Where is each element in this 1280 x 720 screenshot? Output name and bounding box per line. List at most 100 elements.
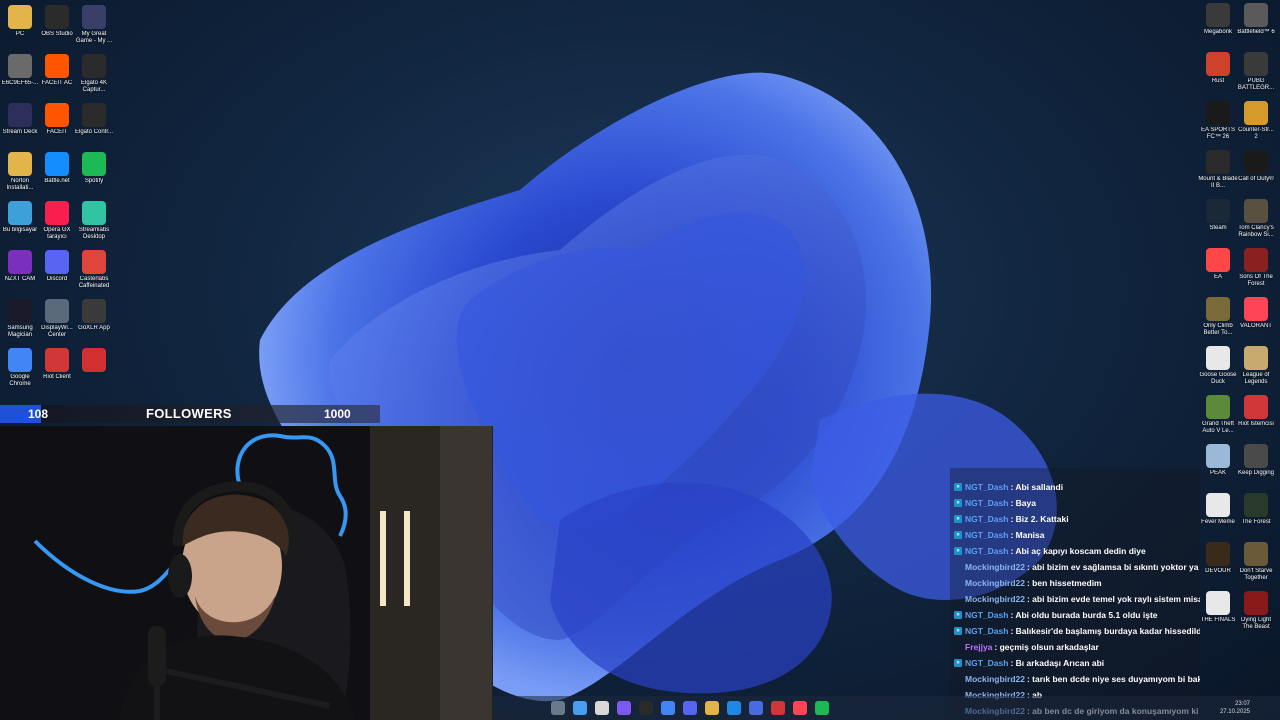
chat-message: » NGT_Dash: Abi oldu burada burda 5.1 old…	[954, 607, 1158, 623]
desktop-icon-left-13[interactable]: Opera GX tarayıcı	[37, 201, 77, 241]
valorant-icon[interactable]	[793, 701, 807, 715]
chat-text: : Abi oldu burada burda 5.1 oldu işte	[1010, 610, 1158, 620]
desktop-icon-label: Elgato Contr...	[74, 129, 114, 135]
desktop-icon-right-15[interactable]: League of Legends	[1236, 346, 1276, 386]
widgets-icon[interactable]	[551, 701, 565, 715]
follower-label: FOLLOWERS	[146, 406, 232, 421]
desktop-icon-left-0[interactable]: PC	[0, 5, 40, 38]
desktop-icon-left-20[interactable]: GoXLR App	[74, 299, 114, 332]
desktop-icon-right-22[interactable]: DEVOUR	[1198, 542, 1238, 575]
desktop-icon-right-6[interactable]: Mount & Blade II B...	[1198, 150, 1238, 190]
discord-icon[interactable]	[683, 701, 697, 715]
desktop-icon-right-25[interactable]: Dying Light The Beast	[1236, 591, 1276, 631]
webcam-scene	[0, 426, 492, 720]
desktop-icon-left-2[interactable]: My Great Game - My ...	[74, 5, 114, 45]
desktop-icon-right-13[interactable]: VALORANT	[1236, 297, 1276, 330]
desktop-icon-left-3[interactable]: E6C9EF65-...	[0, 54, 40, 87]
desktop-icon-label: Battlefield™ 6	[1237, 29, 1275, 35]
desktop-icon-left-6[interactable]: Stream Deck	[0, 103, 40, 136]
desktop-icon-left-5[interactable]: Elgato 4K Captur...	[74, 54, 114, 94]
desktop-icon-left-12[interactable]: Bu bilgisayar	[0, 201, 40, 234]
desktop-icon-right-20[interactable]: Fever Meme	[1198, 493, 1238, 526]
fever-meme-icon	[1206, 493, 1230, 517]
desktop-icon-right-23[interactable]: Don't Starve Together	[1236, 542, 1276, 582]
desktop-icon-left-18[interactable]: Samsung Magician	[0, 299, 40, 339]
copilot-icon[interactable]	[617, 701, 631, 715]
desktop-icon-right-5[interactable]: Counter-Str... 2	[1236, 101, 1276, 141]
chat-message: Mockingbird22: ben hissetmedim	[954, 575, 1102, 591]
desktop-icon-right-14[interactable]: Goose Goose Duck	[1198, 346, 1238, 386]
desktop-icon-right-19[interactable]: Keep Digging	[1236, 444, 1276, 477]
system-clock[interactable]: 23:07 27.10.2025	[1220, 700, 1250, 716]
rainbow-six-icon	[1244, 199, 1268, 223]
terminal-icon[interactable]	[639, 701, 653, 715]
desktop-icon-left-10[interactable]: Battle.net	[37, 152, 77, 185]
peak-icon	[1206, 444, 1230, 468]
desktop-icon-left-1[interactable]: OBS Studio	[37, 5, 77, 38]
desktop-icon-label: Norton Installati...	[6, 178, 34, 191]
desktop-icon-right-2[interactable]: Rust	[1198, 52, 1238, 85]
the-forest-icon	[1244, 493, 1268, 517]
desktop-icon-left-8[interactable]: Elgato Contr...	[74, 103, 114, 136]
desktop-icon-left-23[interactable]	[74, 348, 114, 374]
desktop-icon-left-22[interactable]: Riot Client	[37, 348, 77, 381]
chat-message: » NGT_Dash: Biz 2. Kattaki	[954, 511, 1069, 527]
desktop-icon-label: Call of Duty®	[1238, 176, 1274, 182]
desktop-icon-left-4[interactable]: FACEIT AC	[37, 54, 77, 87]
desktop-icon-right-18[interactable]: PEAK	[1198, 444, 1238, 477]
desktop-icon-label: Sons Of The Forest	[1239, 274, 1273, 287]
desktop-icon-right-3[interactable]: PUBG BATTLEGR...	[1236, 52, 1276, 92]
desktop-icon-right-24[interactable]: THE FINALS	[1198, 591, 1238, 624]
desktop-icon-left-7[interactable]: FACEIT	[37, 103, 77, 136]
desktop-icon-left-11[interactable]: Spotify	[74, 152, 114, 185]
desktop-icon-label: DisplayWi... Center	[41, 325, 73, 338]
desktop-icon-right-7[interactable]: Call of Duty®	[1236, 150, 1276, 183]
desktop-icon-right-10[interactable]: EA	[1198, 248, 1238, 281]
desktop-icon-right-0[interactable]: Megabonk	[1198, 3, 1238, 36]
desktop-icon-left-9[interactable]: Norton Installati...	[0, 152, 40, 192]
desktop-icon-right-9[interactable]: Tom Clancy's Rainbow Si...	[1236, 199, 1276, 239]
chat-nick: Mockingbird22	[965, 674, 1025, 684]
desktop-icon-left-14[interactable]: Streamlabs Desktop	[74, 201, 114, 241]
dying-light-icon	[1244, 591, 1268, 615]
valorant-icon	[1244, 297, 1268, 321]
elgato-control-icon	[82, 103, 106, 127]
desktop-icon-right-12[interactable]: Only Climb Better To...	[1198, 297, 1238, 337]
desktop-icon-right-17[interactable]: Riot İstemcisi	[1236, 395, 1276, 428]
desktop-icon-right-4[interactable]: EA SPORTS FC™ 26	[1198, 101, 1238, 141]
samsung-magician-icon	[8, 299, 32, 323]
desktop-icon-right-1[interactable]: Battlefield™ 6	[1236, 3, 1276, 36]
chat-nick: NGT_Dash	[965, 498, 1009, 508]
desktop-icon-left-17[interactable]: Casterlabs Caffeinated	[74, 250, 114, 290]
desktop-icon-label: Battle.net	[44, 178, 70, 184]
chrome-icon[interactable]	[661, 701, 675, 715]
desktop-icon-label: League of Legends	[1242, 372, 1270, 385]
only-climb-icon	[1206, 297, 1230, 321]
desktop-icon-right-8[interactable]: Steam	[1198, 199, 1238, 232]
folder-icon[interactable]	[705, 701, 719, 715]
desktop-icon-label: Samsung Magician	[7, 325, 33, 338]
start-icon[interactable]	[573, 701, 587, 715]
riot-client-icon[interactable]	[771, 701, 785, 715]
monitor-icon	[8, 201, 32, 225]
edge-icon[interactable]	[727, 701, 741, 715]
desktop-icon-left-21[interactable]: Google Chrome	[0, 348, 40, 388]
desktop-icon-left-19[interactable]: DisplayWi... Center	[37, 299, 77, 339]
desktop-icon-label: VALORANT	[1240, 323, 1272, 329]
follower-current-count: 108	[28, 407, 49, 421]
chrome-icon	[8, 348, 32, 372]
desktop-icon-left-16[interactable]: Discord	[37, 250, 77, 283]
desktop-icon-label: Keep Digging	[1237, 470, 1275, 476]
store-icon[interactable]	[749, 701, 763, 715]
desktop-icon-right-21[interactable]: The Forest	[1236, 493, 1276, 526]
chat-nick: Mockingbird22	[965, 578, 1025, 588]
desktop-icon-left-15[interactable]: NZXT CAM	[0, 250, 40, 283]
desktop-icon-label: Google Chrome	[9, 374, 31, 387]
desktop-icon-right-16[interactable]: Grand Theft Auto V Le...	[1198, 395, 1238, 435]
search-icon[interactable]	[595, 701, 609, 715]
spotify-icon[interactable]	[815, 701, 829, 715]
desktop-icon-label: EA	[1213, 274, 1222, 280]
desktop-icon-label: Don't Starve Together	[1239, 568, 1273, 581]
mount-blade-icon	[1206, 150, 1230, 174]
desktop-icon-right-11[interactable]: Sons Of The Forest	[1236, 248, 1276, 288]
